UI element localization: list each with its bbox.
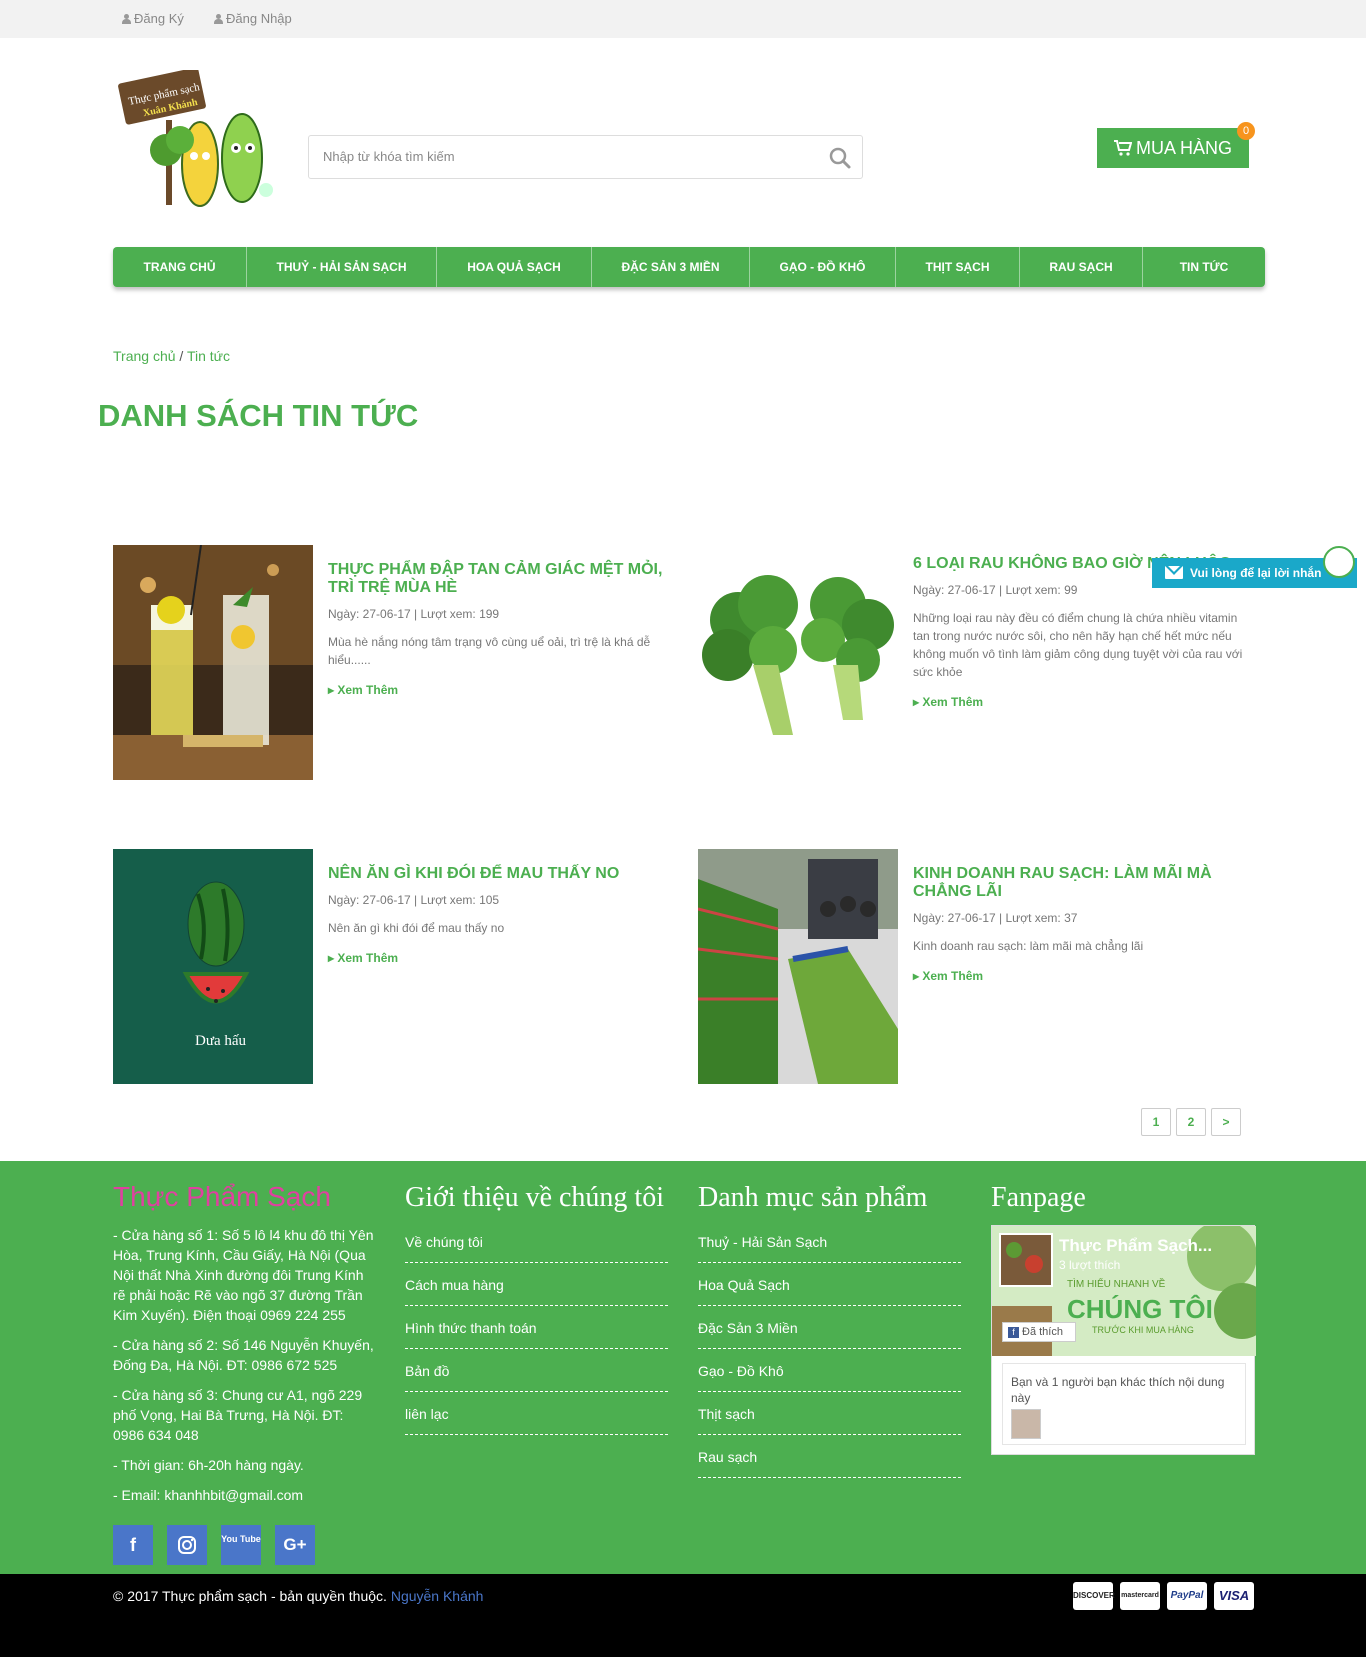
category-link[interactable]: Hoa Quả Sạch (698, 1271, 961, 1306)
nav-item-specialties[interactable]: ĐẶC SẢN 3 MIỀN (592, 247, 750, 287)
nav-item-meat[interactable]: THỊT SẠCH (896, 247, 1020, 287)
paypal-icon: PayPal (1167, 1582, 1207, 1610)
user-icon (122, 14, 131, 24)
page-2-button[interactable]: 2 (1176, 1108, 1206, 1136)
avatar[interactable] (1011, 1409, 1041, 1439)
top-bar: Đăng Ký Đăng Nhập (0, 0, 1366, 38)
post-thumbnail[interactable] (113, 545, 313, 780)
pagination: 1 2 > (1141, 1108, 1241, 1136)
visa-icon: VISA (1214, 1582, 1254, 1610)
category-link[interactable]: Thuỷ - Hải Sản Sạch (698, 1228, 961, 1263)
cart-count-badge: 0 (1237, 122, 1255, 140)
news-item: Dưa hấu NÊN ĂN GÌ KHI ĐÓI ĐỂ MAU THẤY NO… (113, 849, 673, 1084)
about-heading: Giới thiệu về chúng tôi (405, 1182, 664, 1213)
category-link[interactable]: Thịt sạch (698, 1400, 961, 1435)
news-item: KINH DOANH RAU SẠCH: LÀM MÃI MÀ CHẲNG LÃ… (698, 849, 1258, 1084)
category-link[interactable]: Rau sạch (698, 1443, 961, 1478)
social-links: f You Tube G+ (113, 1525, 315, 1565)
search-icon[interactable] (828, 146, 852, 170)
read-more-link[interactable]: ▸ Xem Thêm (913, 969, 983, 983)
post-title[interactable]: NÊN ĂN GÌ KHI ĐÓI ĐỂ MAU THẤY NO (328, 865, 663, 883)
cart-button[interactable]: MUA HÀNG 0 (1097, 122, 1255, 168)
post-meta: Ngày: 27-06-17 | Lượt xem: 199 (328, 607, 500, 621)
fanpage-cover: Thực Phẩm Sạch... 3 lượt thích TÌM HIỂU … (992, 1226, 1256, 1356)
mastercard-icon: mastercard (1120, 1582, 1160, 1610)
breadcrumb: Trang chủ / Tin tức (113, 348, 231, 364)
post-thumbnail[interactable] (698, 849, 898, 1084)
nav-item-fruit[interactable]: HOA QUẢ SẠCH (437, 247, 592, 287)
caret-right-icon: ▸ (913, 969, 923, 983)
login-link[interactable]: Đăng Nhập (214, 11, 292, 26)
nav-item-rice[interactable]: GẠO - ĐỒ KHÔ (750, 247, 896, 287)
contact-link[interactable]: liên lạc (405, 1400, 668, 1435)
caret-right-icon: ▸ (328, 951, 338, 965)
post-thumbnail[interactable]: Dưa hấu (113, 849, 313, 1084)
page-title: DANH SÁCH TIN TỨC (98, 398, 419, 433)
shield-icon[interactable] (1323, 546, 1355, 578)
payment-methods-link[interactable]: Hình thức thanh toán (405, 1314, 668, 1349)
page-1-button[interactable]: 1 (1141, 1108, 1171, 1136)
register-link[interactable]: Đăng Ký (122, 11, 184, 26)
how-to-buy-link[interactable]: Cách mua hàng (405, 1271, 668, 1306)
friends-like-card: Bạn và 1 người bạn khác thích nội dung n… (1002, 1363, 1246, 1445)
facebook-icon: f (1008, 1327, 1019, 1338)
svg-text:Dưa hấu: Dưa hấu (195, 1033, 247, 1049)
map-link[interactable]: Bản đồ (405, 1357, 668, 1392)
read-more-link[interactable]: ▸ Xem Thêm (328, 951, 398, 965)
main-nav: TRANG CHỦ THUỶ - HẢI SẢN SẠCH HOA QUẢ SẠ… (113, 247, 1265, 287)
next-page-button[interactable]: > (1211, 1108, 1241, 1136)
envelope-icon (1165, 566, 1183, 579)
copyright-bar: © 2017 Thực phẩm sạch - bản quyền thuộc.… (0, 1574, 1366, 1657)
read-more-link[interactable]: ▸ Xem Thêm (328, 683, 398, 697)
read-more-link[interactable]: ▸ Xem Thêm (913, 695, 983, 709)
post-excerpt: Kinh doanh rau sạch: làm mãi mà chẳng lã… (913, 939, 1144, 953)
nav-item-news[interactable]: TIN TỨC (1143, 247, 1265, 287)
search-box (308, 135, 863, 179)
fanpage-likes: 3 lượt thích (1059, 1258, 1121, 1272)
news-item: THỰC PHẨM ĐẬP TAN CẢM GIÁC MỆT MỎI, TRÌ … (113, 545, 673, 780)
post-title[interactable]: KINH DOANH RAU SẠCH: LÀM MÃI MÀ CHẲNG LÃ… (913, 865, 1248, 901)
caret-right-icon: ▸ (328, 683, 338, 697)
post-excerpt: Những loại rau này đều có điểm chung là … (913, 611, 1243, 679)
store-addresses: - Cửa hàng số 1: Số 5 lô l4 khu đô thị Y… (113, 1227, 374, 1503)
cart-icon (1113, 138, 1136, 158)
instagram-icon[interactable] (167, 1525, 207, 1565)
search-input[interactable] (309, 136, 789, 176)
google-plus-icon[interactable]: G+ (275, 1525, 315, 1565)
post-thumbnail[interactable] (698, 545, 898, 780)
post-excerpt: Mùa hè nắng nóng tâm trạng vô cùng uể oả… (328, 635, 651, 667)
discover-card-icon: DISCOVER (1073, 1582, 1115, 1610)
site-logo[interactable]: Thực phẩm sạch Xuân Khánh (118, 67, 300, 220)
caret-right-icon: ▸ (913, 695, 923, 709)
nav-item-vegetables[interactable]: RAU SẠCH (1020, 247, 1143, 287)
categories-heading: Danh mục sản phẩm (698, 1182, 928, 1213)
category-link[interactable]: Gạo - Đồ Khô (698, 1357, 961, 1392)
breadcrumb-home[interactable]: Trang chủ (113, 348, 176, 364)
user-icon (214, 14, 223, 24)
youtube-icon[interactable]: You Tube (221, 1525, 261, 1565)
fanpage-name[interactable]: Thực Phẩm Sạch... (1059, 1236, 1212, 1256)
author-link[interactable]: Nguyễn Khánh (391, 1588, 484, 1604)
about-link[interactable]: Về chúng tôi (405, 1228, 668, 1263)
post-excerpt: Nên ăn gì khi đói để mau thấy no (328, 921, 505, 935)
footer-brand: Thực Phẩm Sạch (113, 1181, 331, 1212)
facebook-icon[interactable]: f (113, 1525, 153, 1565)
fanpage-heading: Fanpage (991, 1182, 1086, 1213)
breadcrumb-current[interactable]: Tin tức (187, 348, 230, 364)
post-meta: Ngày: 27-06-17 | Lượt xem: 37 (913, 911, 1078, 925)
nav-item-home[interactable]: TRANG CHỦ (113, 247, 247, 287)
category-link[interactable]: Đặc Sản 3 Miền (698, 1314, 961, 1349)
facebook-page-widget[interactable]: Thực Phẩm Sạch... 3 lượt thích TÌM HIỂU … (991, 1225, 1256, 1455)
liked-button[interactable]: f Đã thích (1002, 1322, 1076, 1342)
copyright-text: © 2017 Thực phẩm sạch - bản quyền thuộc.… (113, 1588, 484, 1604)
nav-item-seafood[interactable]: THUỶ - HẢI SẢN SẠCH (247, 247, 437, 287)
post-meta: Ngày: 27-06-17 | Lượt xem: 105 (328, 893, 500, 907)
post-title[interactable]: THỰC PHẨM ĐẬP TAN CẢM GIÁC MỆT MỎI, TRÌ … (328, 561, 663, 597)
